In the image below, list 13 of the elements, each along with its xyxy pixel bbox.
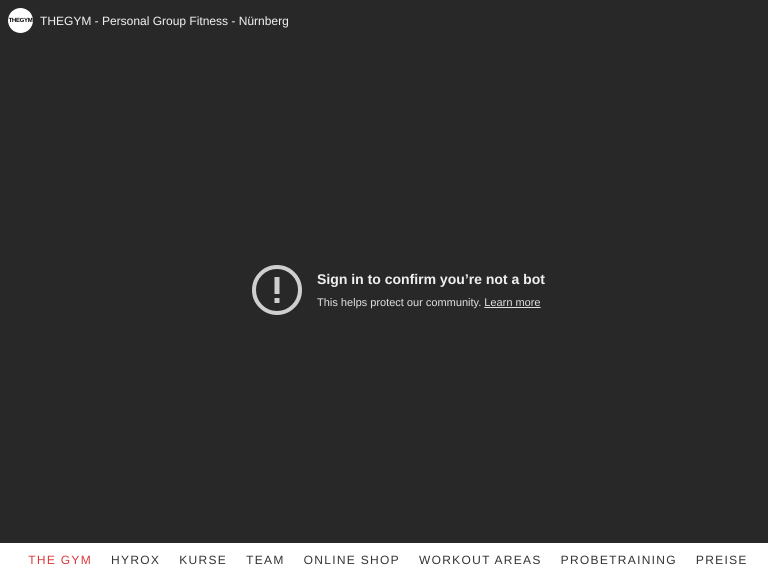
nav-link[interactable]: WORKOUT AREAS (418, 550, 542, 568)
nav-link[interactable]: PROBETRAINING (560, 550, 677, 568)
video-title[interactable]: THEGYM - Personal Group Fitness - Nürnberg (40, 12, 289, 30)
error-heading: Sign in to confirm you’re not a bot (317, 270, 545, 289)
nav-link[interactable]: THE GYM (28, 550, 92, 568)
error-message: This helps protect our community. (317, 296, 482, 311)
learn-more-link[interactable]: Learn more (484, 294, 541, 312)
nav-link[interactable]: HYROX (111, 550, 160, 568)
nav-link[interactable]: ONLINE SHOP (304, 550, 400, 568)
nav-link[interactable]: KURSE (179, 550, 228, 568)
nav-link[interactable]: PREISE (696, 550, 748, 568)
nav-link[interactable]: TEAM (246, 550, 285, 568)
warning-icon (251, 264, 304, 316)
